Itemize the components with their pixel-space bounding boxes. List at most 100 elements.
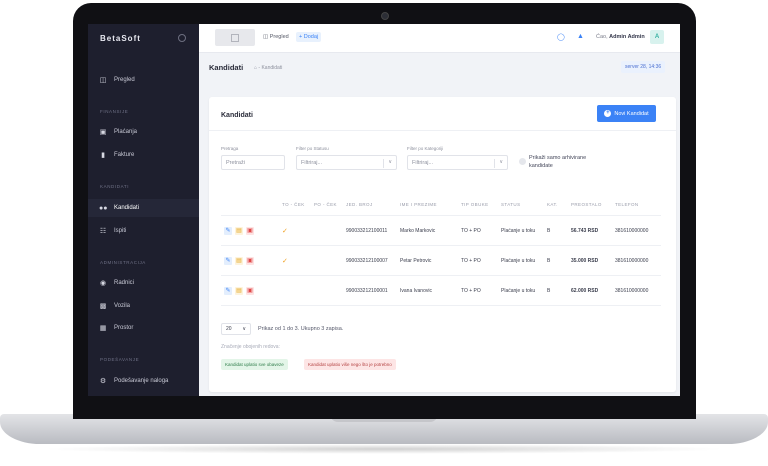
topbar-pregled-link[interactable]: ◫ Pregled (263, 34, 289, 40)
invoice-icon: ▮ (101, 152, 105, 159)
cell-telefon: 381610000000 (612, 275, 661, 306)
sidebar-item-fakture[interactable]: ▮ Fakture (88, 146, 199, 164)
col-preostalo[interactable]: PREOSTALO (568, 194, 612, 216)
table-row[interactable]: ✎ ▤ ▣ 990033212100001 Ivana Ivanovic TO + … (221, 275, 661, 306)
cell-preostalo: 56.743 RSD (568, 215, 612, 246)
cell-tip: TO + PO (458, 275, 498, 306)
sidebar-item-label: Kandidati (114, 205, 140, 211)
search-icon[interactable]: ◯ (557, 33, 565, 41)
sidebar-item-podesavanje-naloga[interactable]: ⚙ Podešavanje naloga (88, 372, 199, 390)
checkmark-icon: ✓ (282, 227, 288, 235)
col-to-cek[interactable]: TO - ČEK (279, 194, 311, 216)
topbar-add-button[interactable]: + Dodaj (296, 32, 322, 42)
exam-icon: ☷ (99, 228, 107, 235)
col-telefon[interactable]: TELEFON (612, 194, 661, 216)
table-row[interactable]: ✎ ▤ ▣ ✓ 990033212100011 Marko Markovic TO … (221, 215, 661, 246)
user-greeting[interactable]: Ćao, Admin Admin (596, 34, 645, 40)
cell-status: Plaćanje u toku (498, 275, 544, 306)
cell-jmbg: 990033212100007 (343, 245, 397, 276)
database-icon: ◫ (99, 77, 107, 84)
delete-icon[interactable]: ▣ (246, 286, 254, 295)
cell-preostalo: 35.000 RSD (568, 245, 612, 276)
cell-po-cek (311, 245, 343, 276)
cell-kat: B (544, 215, 568, 246)
sidebar-section-kandidati: KANDIDATI (100, 184, 130, 189)
col-jed-broj[interactable]: JED. BROJ (343, 194, 397, 216)
checkmark-icon: ✓ (282, 257, 288, 265)
collapse-sidebar-icon[interactable] (178, 34, 186, 42)
user-name: Admin Admin (609, 34, 645, 40)
page-size-select[interactable]: 20 ∨ (221, 323, 251, 335)
card-title: Kandidati (221, 112, 253, 119)
cell-tip: TO + PO (458, 245, 498, 276)
cell-tip: TO + PO (458, 215, 498, 246)
edit-icon[interactable]: ✎ (224, 226, 232, 235)
row-actions: ✎ ▤ ▣ (221, 215, 279, 246)
col-actions (221, 194, 279, 216)
sidebar-item-ispiti[interactable]: ☷ Ispiti (88, 222, 199, 240)
gear-icon: ⚙ (99, 378, 107, 385)
sidebar-item-label: Vozila (114, 303, 131, 309)
sidebar-item-pregled[interactable]: ◫ Pregled (88, 71, 199, 89)
chevron-down-icon: ∨ (388, 159, 392, 165)
cell-jmbg: 990033212100001 (343, 275, 397, 306)
sidebar-item-kandidati[interactable]: ●● Kandidati (88, 199, 199, 217)
archived-only-checkbox[interactable] (519, 158, 526, 165)
sidebar-item-prostor[interactable]: ▦ Prostor (88, 319, 199, 337)
row-actions: ✎ ▤ ▣ (221, 275, 279, 306)
col-status[interactable]: STATUS (498, 194, 544, 216)
money-icon: ▣ (99, 129, 107, 136)
cell-to-cek: ✓ (279, 245, 311, 276)
laptop-shadow (40, 444, 728, 454)
category-filter-select[interactable]: Filtriraj... ∨ (407, 155, 508, 170)
delete-icon[interactable]: ▣ (246, 226, 254, 235)
archived-only-label[interactable]: Prikaži samo arhivirane kandidate (529, 154, 599, 170)
search-input[interactable]: Pretraži (221, 155, 285, 170)
new-candidate-label: Novi Kandidat (614, 110, 649, 117)
new-candidate-button[interactable]: + Novi Kandidat (597, 105, 656, 122)
table-header-row: TO - ČEK PO - ČEK JED. BROJ IME I PREZIM… (221, 194, 661, 216)
edit-icon[interactable]: ✎ (224, 286, 232, 295)
topbar-pregled-label: Pregled (269, 34, 289, 40)
breadcrumb-current: - Kandidati (258, 65, 283, 71)
document-icon[interactable]: ▤ (235, 256, 243, 265)
candidates-table: TO - ČEK PO - ČEK JED. BROJ IME I PREZIM… (221, 194, 661, 306)
sidebar-item-label: Radnici (114, 280, 135, 286)
sidebar-item-radnici[interactable]: ◉ Radnici (88, 274, 199, 292)
sidebar-section-administracija: ADMINISTRACIJA (100, 260, 146, 265)
table-row[interactable]: ✎ ▤ ▣ ✓ 990033212100007 Petar Petrovic TO … (221, 245, 661, 276)
sidebar-item-placanja[interactable]: ▣ Plaćanja (88, 123, 199, 141)
document-icon[interactable]: ▤ (235, 286, 243, 295)
cell-name: Ivana Ivanovic (397, 275, 458, 306)
company-logo-placeholder[interactable] (215, 29, 255, 46)
sidebar-item-vozila[interactable]: ▩ Vozila (88, 297, 199, 315)
breadcrumb: ⌂ - Kandidati (254, 65, 282, 71)
plus-circle-icon: + (604, 110, 612, 117)
sidebar-section-podesavanje: PODEŠAVANJE (100, 357, 140, 362)
search-label: Pretraga (221, 146, 239, 151)
document-icon[interactable]: ▤ (235, 226, 243, 235)
col-po-cek[interactable]: PO - ČEK (311, 194, 343, 216)
legend-overpaid: Kandidat uplatio više nego što je potreb… (304, 359, 396, 370)
status-filter-select[interactable]: Filtriraj... ∨ (296, 155, 397, 170)
brand-logo[interactable]: BetaSoft (100, 34, 141, 43)
bell-icon[interactable]: ▲ (577, 33, 584, 40)
cell-telefon: 381610000000 (612, 245, 661, 276)
col-ime-prezime[interactable]: IME I PREZIME (397, 194, 458, 216)
col-tip-obuke[interactable]: TIP OBUKE (458, 194, 498, 216)
topbar: ◫ Pregled + Dodaj ◯ ▲ Ćao, Admin Admin A (199, 24, 680, 53)
cell-status: Plaćanje u toku (498, 215, 544, 246)
date-badge: server 28, 14:36 (621, 61, 666, 73)
cell-telefon: 381610000000 (612, 215, 661, 246)
cell-to-cek (279, 275, 311, 306)
sidebar: BetaSoft ◫ Pregled FINANSIJE ▣ Plaćanja … (88, 24, 199, 396)
edit-icon[interactable]: ✎ (224, 256, 232, 265)
cell-kat: B (544, 245, 568, 276)
col-kat[interactable]: KAT. (544, 194, 568, 216)
sidebar-item-label: Pregled (114, 77, 135, 83)
sidebar-item-label: Podešavanje naloga (114, 378, 169, 384)
sidebar-section-finansije: FINANSIJE (100, 109, 129, 114)
cell-jmbg: 990033212100011 (343, 215, 397, 246)
avatar[interactable]: A (650, 30, 664, 44)
delete-icon[interactable]: ▣ (246, 256, 254, 265)
